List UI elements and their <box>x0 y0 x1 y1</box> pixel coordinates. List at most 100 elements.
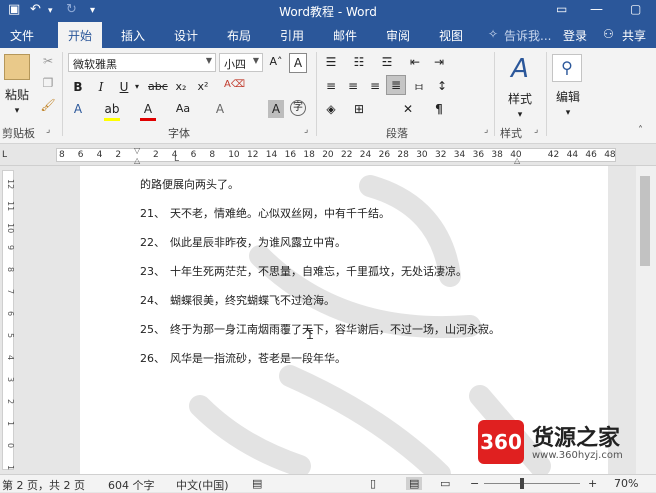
left-indent-marker[interactable]: △ <box>134 156 140 165</box>
ruler-tick-label: 8 <box>209 150 216 160</box>
zoom-slider-thumb[interactable] <box>520 478 524 489</box>
paragraph-text[interactable]: 十年生死两茫茫，不思量，自难忘，千里孤坟，无处话凄凉。 <box>170 263 467 279</box>
numbering-icon[interactable]: ☷ <box>350 53 368 71</box>
tab-stop-marker[interactable]: L <box>174 154 179 164</box>
underline-dropdown-icon[interactable]: ▾ <box>132 78 142 96</box>
font-size-combo[interactable]: 小四 ▼ <box>219 53 263 72</box>
borders-icon[interactable]: ⊞ <box>350 100 368 118</box>
ruler-tick-label: 30 <box>416 150 428 160</box>
clear-format-icon[interactable]: A⌫ <box>224 76 245 94</box>
ruler-tick-label: 4 <box>96 150 103 160</box>
tab-review[interactable]: 审阅 <box>386 27 410 44</box>
vruler-tick-label: 3 <box>6 377 15 383</box>
tab-insert[interactable]: 插入 <box>121 27 145 44</box>
paragraph-text[interactable]: 蝴蝶很美，终究蝴蝶飞不过沧海。 <box>170 292 335 308</box>
distributed-icon[interactable]: ⧦ <box>410 77 428 95</box>
paragraph-text[interactable]: 终于为那一身江南烟雨覆了天下，容华谢后，不过一场，山河永寂。 <box>170 321 500 337</box>
format-painter-icon[interactable]: 🖌 <box>40 96 56 114</box>
shading-icon[interactable]: ◈ <box>322 100 340 118</box>
find-icon[interactable]: ⚲ <box>552 54 582 82</box>
align-right-icon[interactable]: ≡ <box>366 77 384 95</box>
ruler-tick-label: 46 <box>585 150 597 160</box>
tab-file[interactable]: 文件 <box>10 27 34 44</box>
increase-indent-icon[interactable]: ⇥ <box>430 53 448 71</box>
web-layout-icon[interactable]: ▭ <box>440 477 450 490</box>
character-shading-icon[interactable]: A <box>268 100 284 118</box>
italic-icon[interactable]: I <box>93 78 109 96</box>
first-line-indent-marker[interactable]: ▽ <box>134 146 140 155</box>
paragraph-launcher-icon[interactable]: ⌟ <box>484 125 488 135</box>
font-size-grow-icon[interactable]: A <box>212 100 228 118</box>
print-layout-icon[interactable]: ▤ <box>406 477 423 490</box>
word-count[interactable]: 604 个字 <box>108 477 155 493</box>
styles-dropdown-icon[interactable]: ▾ <box>510 106 530 124</box>
strikethrough-icon[interactable]: abc <box>148 78 168 96</box>
paragraph-text[interactable]: 风华是一指流砂，苍老是一段年华。 <box>170 350 346 366</box>
paste-dropdown-icon[interactable]: ▾ <box>2 102 32 120</box>
tab-layout[interactable]: 布局 <box>227 27 251 44</box>
font-color-icon[interactable]: A <box>140 100 156 121</box>
bold-icon[interactable]: B <box>70 78 86 96</box>
tab-view[interactable]: 视图 <box>439 27 463 44</box>
bullets-icon[interactable]: ☰ <box>322 53 340 71</box>
subscript-icon[interactable]: x₂ <box>172 78 190 96</box>
enclose-character-icon[interactable]: 字 <box>290 100 306 116</box>
text-effects-icon[interactable]: A <box>70 100 86 118</box>
character-border-icon[interactable]: A <box>289 53 307 73</box>
tab-mailings[interactable]: 邮件 <box>333 27 357 44</box>
align-center-icon[interactable]: ≡ <box>344 77 362 95</box>
language-indicator[interactable]: 中文(中国) <box>176 477 229 493</box>
page-count[interactable]: 第 2 页，共 2 页 <box>2 477 85 493</box>
scrollbar-thumb[interactable] <box>640 176 650 266</box>
font-name-combo[interactable]: 微软雅黑 ▼ <box>68 53 216 72</box>
paragraph-text[interactable]: 天不老，情难绝。心似双丝网，中有千千结。 <box>170 205 390 221</box>
decrease-indent-icon[interactable]: ⇤ <box>406 53 424 71</box>
increase-font-icon[interactable]: A˄ <box>266 53 286 71</box>
paragraph-text[interactable]: 的路便展向两头了。 <box>140 176 239 192</box>
share-button[interactable]: 共享 <box>622 27 646 44</box>
tab-home[interactable]: 开始 <box>58 22 103 48</box>
superscript-icon[interactable]: x² <box>194 78 212 96</box>
highlight-icon[interactable]: ab <box>104 100 120 121</box>
font-launcher-icon[interactable]: ⌟ <box>304 125 308 135</box>
sort-icon[interactable]: ✕ <box>398 100 418 118</box>
ribbon-display-icon[interactable]: ▭ <box>556 2 567 16</box>
editing-dropdown-icon[interactable]: ▾ <box>558 104 578 122</box>
clipboard-launcher-icon[interactable]: ⌟ <box>46 125 50 135</box>
font-name-dropdown-icon[interactable]: ▼ <box>206 56 212 65</box>
macro-icon[interactable]: ▤ <box>252 477 262 490</box>
line-spacing-icon[interactable]: ↕ <box>432 77 452 95</box>
zoom-out-button[interactable]: − <box>470 477 479 490</box>
styles-icon[interactable]: A <box>504 54 536 84</box>
cut-icon[interactable]: ✂ <box>40 52 56 70</box>
collapse-ribbon-icon[interactable]: ˄ <box>638 125 643 136</box>
underline-icon[interactable]: U <box>116 78 132 96</box>
font-size-dropdown-icon[interactable]: ▼ <box>253 56 259 65</box>
tab-references[interactable]: 引用 <box>280 27 304 44</box>
ruler-tick-label: 6 <box>190 150 197 160</box>
styles-launcher-icon[interactable]: ⌟ <box>534 125 538 135</box>
vruler-tick-label: 6 <box>6 311 15 317</box>
maximize-icon[interactable]: ▢ <box>630 2 641 16</box>
multilevel-list-icon[interactable]: ☲ <box>378 53 396 71</box>
copy-icon[interactable]: ❐ <box>40 74 56 92</box>
ruler-tick-label: 32 <box>435 150 447 160</box>
sign-in-link[interactable]: 登录 <box>563 27 587 44</box>
paragraph-text[interactable]: 似此星辰非昨夜，为谁风露立中宵。 <box>170 234 346 250</box>
right-indent-marker[interactable]: △ <box>514 156 520 165</box>
minimize-icon[interactable]: — <box>590 2 603 17</box>
tab-selector-icon[interactable]: L <box>2 150 7 160</box>
justify-icon[interactable]: ≣ <box>386 75 406 95</box>
zoom-in-button[interactable]: + <box>588 477 597 490</box>
align-left-icon[interactable]: ≡ <box>322 77 340 95</box>
ribbon-tabs: 文件 开始 插入 设计 布局 引用 邮件 审阅 视图 ✧ 告诉我... 登录 ⚇… <box>0 22 656 48</box>
tell-me-box[interactable]: 告诉我... <box>504 27 551 44</box>
show-marks-icon[interactable]: ¶ <box>430 100 448 118</box>
vruler-track[interactable]: 12 11 10 9 8 7 6 5 4 3 2 1 0 1 <box>2 170 15 470</box>
read-mode-icon[interactable]: ▯ <box>370 477 376 490</box>
zoom-level[interactable]: 70% <box>614 477 638 490</box>
change-case-icon[interactable]: Aa <box>172 100 194 118</box>
tab-design[interactable]: 设计 <box>174 27 198 44</box>
ruler-tick-label: 10 <box>228 150 240 160</box>
zoom-slider[interactable] <box>484 483 580 484</box>
